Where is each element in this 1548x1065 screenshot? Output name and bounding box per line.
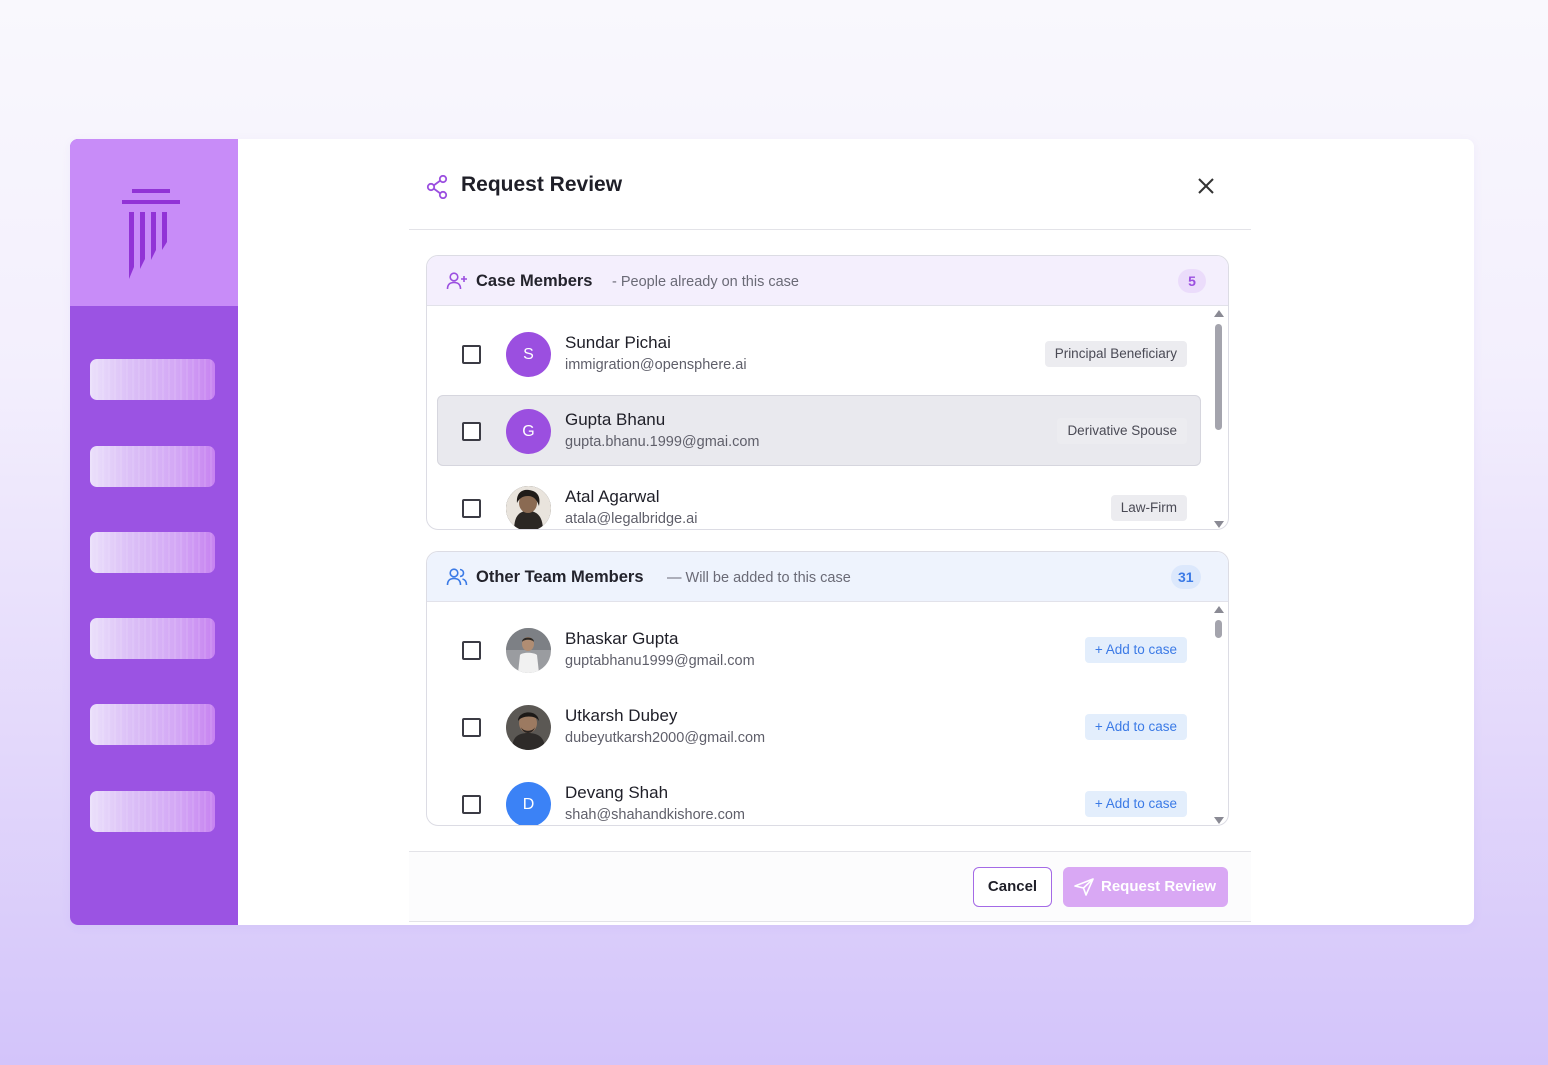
avatar: S (506, 332, 551, 377)
member-email: shah@shahandkishore.com (565, 807, 745, 823)
cancel-button[interactable]: Cancel (973, 867, 1052, 907)
member-email: immigration@opensphere.ai (565, 357, 747, 373)
other-members-title: Other Team Members (476, 568, 644, 586)
app-window: Request Review Case Members - People alr… (70, 139, 1474, 925)
other-members-header: Other Team Members — Will be added to th… (427, 552, 1228, 602)
member-email: atala@legalbridge.ai (565, 511, 698, 527)
dialog-title: Request Review (461, 173, 623, 196)
list-item[interactable]: Bhaskar Gupta guptabhanu1999@gmail.com +… (437, 614, 1201, 685)
sidebar-nav-item-1[interactable] (90, 359, 215, 400)
close-icon (1198, 178, 1214, 194)
case-members-header: Case Members - People already on this ca… (427, 256, 1228, 306)
request-review-button[interactable]: Request Review (1063, 867, 1228, 907)
avatar (506, 486, 551, 529)
member-name: Gupta Bhanu (565, 410, 666, 429)
member-name: Devang Shah (565, 783, 669, 802)
member-checkbox[interactable] (462, 499, 481, 518)
add-to-case-button[interactable]: + Add to case (1084, 791, 1187, 817)
case-members-scrollbar[interactable] (1213, 308, 1225, 529)
list-item[interactable]: G Gupta Bhanu gupta.bhanu.1999@gmai.com … (437, 395, 1201, 466)
list-item[interactable]: Atal Agarwal atala@legalbridge.ai Law-Fi… (437, 472, 1201, 529)
avatar-photo (506, 705, 551, 750)
scroll-down-arrow[interactable] (1214, 817, 1224, 824)
member-name: Sundar Pichai (565, 333, 671, 352)
avatar: D (506, 782, 551, 825)
users-icon (446, 568, 468, 586)
member-checkbox[interactable] (462, 345, 481, 364)
role-badge: Principal Beneficiary (1044, 341, 1187, 367)
request-review-dialog: Request Review Case Members - People alr… (409, 139, 1251, 925)
list-item[interactable]: S Sundar Pichai immigration@opensphere.a… (437, 318, 1201, 389)
avatar (506, 628, 551, 673)
request-review-label: Request Review (1101, 878, 1217, 895)
avatar (506, 705, 551, 750)
other-members-scrollbar[interactable] (1213, 604, 1225, 825)
member-checkbox[interactable] (462, 422, 481, 441)
sidebar-logo-area (70, 139, 238, 306)
list-item[interactable]: D Devang Shah shah@shahandkishore.com + … (437, 768, 1201, 825)
member-checkbox[interactable] (462, 641, 481, 660)
list-item[interactable]: Utkarsh Dubey dubeyutkarsh2000@gmail.com… (437, 691, 1201, 762)
member-checkbox[interactable] (462, 795, 481, 814)
user-plus-icon (446, 272, 467, 290)
share-icon (426, 175, 448, 199)
case-members-count-badge: 5 (1178, 269, 1206, 293)
avatar-photo (506, 486, 551, 529)
case-members-section: Case Members - People already on this ca… (426, 255, 1229, 530)
sidebar-nav-item-3[interactable] (90, 532, 215, 573)
sidebar-nav-item-4[interactable] (90, 618, 215, 659)
scroll-thumb[interactable] (1215, 324, 1222, 430)
scroll-up-arrow[interactable] (1214, 310, 1224, 317)
other-members-subtitle: — Will be added to this case (667, 570, 851, 586)
member-email: dubeyutkarsh2000@gmail.com (565, 730, 766, 746)
avatar: G (506, 409, 551, 454)
scroll-up-arrow[interactable] (1214, 606, 1224, 613)
scroll-down-arrow[interactable] (1214, 521, 1224, 528)
member-email: guptabhanu1999@gmail.com (565, 653, 755, 669)
dialog-header: Request Review (409, 139, 1251, 230)
logo-pillar-icon (122, 189, 180, 279)
sidebar-nav-item-2[interactable] (90, 446, 215, 487)
close-button[interactable] (1193, 173, 1219, 199)
case-members-title: Case Members (476, 272, 593, 290)
member-name: Utkarsh Dubey (565, 706, 678, 725)
sidebar (70, 139, 238, 925)
case-members-subtitle: - People already on this case (612, 274, 799, 290)
sidebar-nav-item-5[interactable] (90, 704, 215, 745)
avatar-photo (506, 628, 551, 673)
other-members-count-badge: 31 (1171, 565, 1201, 589)
sidebar-nav-item-6[interactable] (90, 791, 215, 832)
dialog-footer: Cancel Request Review (409, 851, 1251, 922)
role-badge: Law-Firm (1110, 495, 1187, 521)
member-name: Bhaskar Gupta (565, 629, 679, 648)
scroll-thumb[interactable] (1215, 620, 1222, 638)
role-badge: Derivative Spouse (1057, 418, 1187, 444)
other-members-section: Other Team Members — Will be added to th… (426, 551, 1229, 826)
add-to-case-button[interactable]: + Add to case (1084, 714, 1187, 740)
member-name: Atal Agarwal (565, 487, 660, 506)
add-to-case-button[interactable]: + Add to case (1084, 637, 1187, 663)
member-checkbox[interactable] (462, 718, 481, 737)
send-icon (1074, 878, 1094, 896)
member-email: gupta.bhanu.1999@gmai.com (565, 434, 760, 450)
